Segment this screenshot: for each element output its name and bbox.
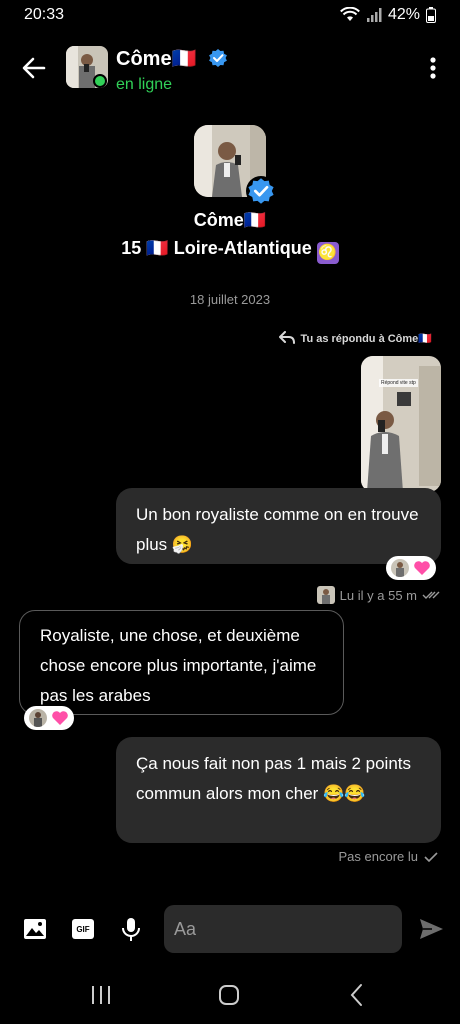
heart-reaction-icon xyxy=(52,711,68,725)
seen-by-avatar xyxy=(316,586,335,604)
presence-status: en ligne xyxy=(116,76,173,93)
home-icon[interactable] xyxy=(216,982,242,1008)
reply-icon xyxy=(278,331,295,344)
heart-reaction-icon xyxy=(414,561,430,575)
profile-name: Côme🇫🇷 xyxy=(193,210,267,230)
reply-note-text: Tu as répondu à Côme🇫🇷 xyxy=(300,332,432,345)
message-reaction[interactable] xyxy=(24,706,74,730)
battery-icon xyxy=(426,7,436,23)
profile-verified-icon xyxy=(246,176,276,206)
message-input[interactable] xyxy=(164,905,402,953)
message-composer: GIF xyxy=(0,902,460,958)
back-nav-icon[interactable] xyxy=(344,982,370,1008)
read-receipt: Lu il y a 55 m xyxy=(316,586,440,604)
more-vertical-icon[interactable] xyxy=(428,56,438,80)
status-time: 20:33 xyxy=(24,6,65,23)
message-reaction[interactable] xyxy=(386,556,436,580)
leo-sign-icon: ♌ xyxy=(316,242,339,264)
shared-story-photo[interactable]: Répond vite stp xyxy=(361,356,441,492)
gif-icon[interactable]: GIF xyxy=(70,916,96,942)
battery-percent: 42% xyxy=(387,6,420,23)
message-bubble-outgoing[interactable]: Un bon royaliste comme on en trouve plus… xyxy=(116,488,441,564)
contact-name[interactable]: Côme🇫🇷 xyxy=(116,46,196,71)
gif-label: GIF xyxy=(72,919,94,939)
message-bubble-outgoing[interactable]: Ça nous fait non pas 1 mais 2 points com… xyxy=(116,737,441,843)
check-icon xyxy=(424,851,438,862)
status-bar: 20:33 42% xyxy=(0,0,460,30)
status-icons: 42% xyxy=(340,6,436,24)
reactor-avatar xyxy=(29,709,47,727)
microphone-icon[interactable] xyxy=(118,916,144,942)
send-icon[interactable] xyxy=(418,916,444,942)
reply-note: Tu as répondu à Côme🇫🇷 xyxy=(278,331,432,345)
chat-header: Côme🇫🇷 en ligne xyxy=(0,38,460,98)
profile-bio: 15 🇫🇷 Loire-Atlantique ♌ xyxy=(0,238,460,264)
reactor-avatar xyxy=(391,559,409,577)
recent-apps-icon[interactable] xyxy=(88,982,114,1008)
date-separator: 18 juillet 2023 xyxy=(189,292,271,307)
profile-bio-text: 15 🇫🇷 Loire-Atlantique xyxy=(121,238,312,258)
image-icon[interactable] xyxy=(22,916,48,942)
back-arrow-icon[interactable] xyxy=(20,54,48,82)
read-receipt-text: Lu il y a 55 m xyxy=(339,587,417,603)
shared-photo-caption: Répond vite stp xyxy=(379,379,418,387)
verified-icon xyxy=(209,49,227,67)
signal-icon xyxy=(366,8,382,22)
wifi-icon xyxy=(340,7,360,21)
delivery-status: Pas encore lu xyxy=(339,849,439,864)
delivery-status-text: Pas encore lu xyxy=(338,849,419,864)
system-navigation-bar xyxy=(0,970,460,1020)
online-indicator xyxy=(93,74,107,88)
double-check-icon xyxy=(422,591,440,599)
message-bubble-incoming[interactable]: Royaliste, une chose, et deuxième chose … xyxy=(19,610,344,715)
